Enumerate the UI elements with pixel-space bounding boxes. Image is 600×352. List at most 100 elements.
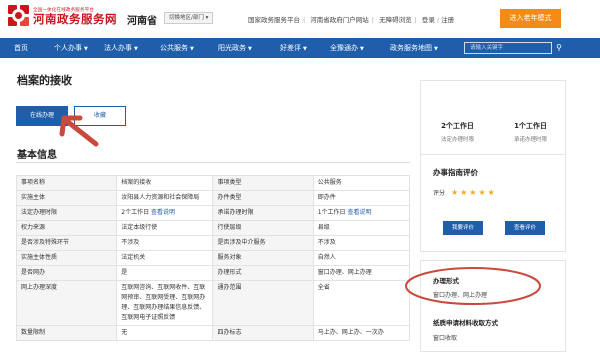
table-label: 实施主体性质 xyxy=(15,250,118,266)
red-arrow-annotation-icon xyxy=(59,115,99,147)
table-value: 不涉及 xyxy=(312,235,411,251)
table-row: 实施主体 汝阳县人力资源和社会保障局 办件类型 即办件 xyxy=(15,190,411,206)
table-value: 档案的接收 xyxy=(116,175,214,191)
top-header: 全国一体化在线政务服务平台 河南政务服务网 河南省 切换地区/部门 ▾ 国家政务… xyxy=(0,0,600,36)
view-explanation-link[interactable]: 查看说明 xyxy=(347,209,371,216)
evaluation-box: 办事指南评价 评分 ★★★★★ 我要评价 查看评价 xyxy=(420,154,566,252)
table-row: 是否网办 是 办理形式 窗口办理、网上办理 xyxy=(15,265,411,281)
top-links: 国家政务服务平台 | 河南省政府门户网站 | 无障碍浏览 | 登录 / 注册 xyxy=(248,16,455,24)
view-evaluation-button[interactable]: 查看评价 xyxy=(505,221,545,235)
chevron-down-icon: ▼ xyxy=(360,46,364,52)
main-nav: 首页 个人办事 ▼ 法人办事 ▼ 公共服务 ▼ 阳光政务 ▼ 好差评 ▼ 全豫通办 ▼ 政务… xyxy=(0,38,600,58)
table-label: 事项名称 xyxy=(15,175,118,191)
paper-material-title: 纸质申请材料收取方式 xyxy=(433,319,498,327)
nav-open-government[interactable]: 阳光政务 ▼ xyxy=(218,38,252,58)
main-content: 档案的接收 在线办理 收藏 基本信息 事项名称 档案的接收 事项类型 公共服务 … xyxy=(10,60,411,352)
rating-label: 评分 xyxy=(433,190,446,197)
table-value: 互联网咨询、互联网收件、互联网预审、互联网受理、互联网办理、互联网办理结果信息反… xyxy=(116,280,214,326)
nav-province-wide[interactable]: 全豫通办 ▼ xyxy=(330,38,364,58)
nav-corporate[interactable]: 法人办事 ▼ xyxy=(104,38,138,58)
table-value: 全省 xyxy=(312,280,411,326)
table-label: 四办标志 xyxy=(212,325,314,341)
nav-home[interactable]: 首页 xyxy=(14,38,28,58)
table-label: 网上办理深度 xyxy=(15,280,118,326)
page-title: 档案的接收 xyxy=(17,74,72,87)
table-label: 实施主体 xyxy=(15,190,118,206)
chevron-down-icon: ▼ xyxy=(134,46,138,52)
table-label: 是否涉及中介服务 xyxy=(212,235,314,251)
table-value: 公共服务 xyxy=(312,175,411,191)
link-login[interactable]: 登录 xyxy=(422,16,435,24)
nav-service-map[interactable]: 政务服务地图 ▼ xyxy=(390,38,438,58)
rating: 评分 ★★★★★ xyxy=(433,188,497,197)
table-label: 是否网办 xyxy=(15,265,118,281)
promise-time-caption: 承诺办理时限 xyxy=(513,137,547,143)
table-value: 是 xyxy=(116,265,214,281)
evaluate-button[interactable]: 我要评价 xyxy=(443,221,483,235)
table-row: 事项名称 档案的接收 事项类型 公共服务 xyxy=(15,175,411,191)
nav-evaluation[interactable]: 好差评 ▼ xyxy=(280,38,307,58)
nav-personal[interactable]: 个人办事 ▼ xyxy=(54,38,88,58)
nav-public-service[interactable]: 公共服务 ▼ xyxy=(160,38,194,58)
logo-title: 河南政务服务网 xyxy=(33,11,117,26)
table-row: 是否涉及特殊环节 不涉及 是否涉及中介服务 不涉及 xyxy=(15,235,411,251)
basic-info-table: 事项名称 档案的接收 事项类型 公共服务 实施主体 汝阳县人力资源和社会保障局 … xyxy=(15,175,411,341)
logo-emblem-icon xyxy=(8,5,30,27)
star-rating-icon[interactable]: ★★★★★ xyxy=(451,188,497,197)
red-ellipse-annotation-icon xyxy=(405,267,541,305)
section-title-basic-info: 基本信息 xyxy=(17,150,57,161)
section-divider xyxy=(16,162,410,163)
chevron-down-icon: ▼ xyxy=(84,46,88,52)
table-value: 法定本级行使 xyxy=(116,220,214,236)
table-row: 法定办理时限 2个工作日 查看说明 承诺办理时限 1个工作日 查看说明 xyxy=(15,205,411,221)
chevron-down-icon: ▼ xyxy=(303,46,307,52)
table-value: 2个工作日 查看说明 xyxy=(116,205,214,221)
table-label: 法定办理时限 xyxy=(15,205,118,221)
evaluation-title: 办事指南评价 xyxy=(433,168,478,177)
table-label: 办件类型 xyxy=(212,190,314,206)
table-label: 办理形式 xyxy=(212,265,314,281)
table-label: 事项类型 xyxy=(212,175,314,191)
region-switch-select[interactable]: 切换地区/部门 ▾ xyxy=(164,12,214,24)
table-value: 县级 xyxy=(312,220,411,236)
table-value: 窗口办理、网上办理 xyxy=(312,265,411,281)
promise-time-stat: 1个工作日 承诺办理时限 xyxy=(494,121,567,143)
table-value: 即办件 xyxy=(312,190,411,206)
chevron-down-icon: ▼ xyxy=(190,46,194,52)
link-register[interactable]: 注册 xyxy=(441,16,454,24)
table-row: 网上办理深度 互联网咨询、互联网收件、互联网预审、互联网受理、互联网办理、互联网… xyxy=(15,280,411,326)
table-label: 承诺办理时限 xyxy=(212,205,314,221)
legal-time-caption: 法定办理时限 xyxy=(440,137,474,143)
table-label: 行使层级 xyxy=(212,220,314,236)
view-explanation-link[interactable]: 查看说明 xyxy=(151,209,175,216)
table-value: 法定机关 xyxy=(116,250,214,266)
table-value: 不涉及 xyxy=(116,235,214,251)
table-value: 马上办、网上办、一次办 xyxy=(312,325,411,341)
paper-material-value: 窗口收取 xyxy=(433,335,458,342)
legal-time-value: 2个工作日 xyxy=(441,122,474,130)
link-accessibility[interactable]: 无障碍浏览 xyxy=(379,16,412,24)
table-row: 权力来源 法定本级行使 行使层级 县级 xyxy=(15,220,411,236)
chevron-down-icon: ▼ xyxy=(434,46,438,52)
table-label: 权力来源 xyxy=(15,220,118,236)
legal-time-stat: 2个工作日 法定办理时限 xyxy=(421,121,494,143)
chevron-down-icon: ▼ xyxy=(248,46,252,52)
elder-mode-button[interactable]: 进入老年模式 xyxy=(500,9,561,28)
table-value: 1个工作日 查看说明 xyxy=(312,205,411,221)
table-row: 数量限制 无 四办标志 马上办、网上办、一次办 xyxy=(15,325,411,341)
table-label: 通办范围 xyxy=(212,280,314,326)
table-row: 实施主体性质 法定机关 服务对象 自然人 xyxy=(15,250,411,266)
table-value: 自然人 xyxy=(312,250,411,266)
site-logo[interactable]: 全国一体化在线政务服务平台 河南政务服务网 xyxy=(8,5,117,27)
search-input[interactable]: 请输入关键字 xyxy=(464,42,552,54)
link-province-portal[interactable]: 河南省政府门户网站 xyxy=(310,16,369,24)
table-label: 服务对象 xyxy=(212,250,314,266)
table-label: 是否涉及特殊环节 xyxy=(15,235,118,251)
table-label: 数量限制 xyxy=(15,325,118,341)
link-national-platform[interactable]: 国家政务服务平台 xyxy=(248,16,300,24)
table-value: 汝阳县人力资源和社会保障局 xyxy=(116,190,214,206)
region-name: 河南省 xyxy=(127,16,157,27)
table-value: 无 xyxy=(116,325,214,341)
promise-time-value: 1个工作日 xyxy=(514,122,547,130)
search-icon[interactable]: ⚲ xyxy=(553,42,565,54)
